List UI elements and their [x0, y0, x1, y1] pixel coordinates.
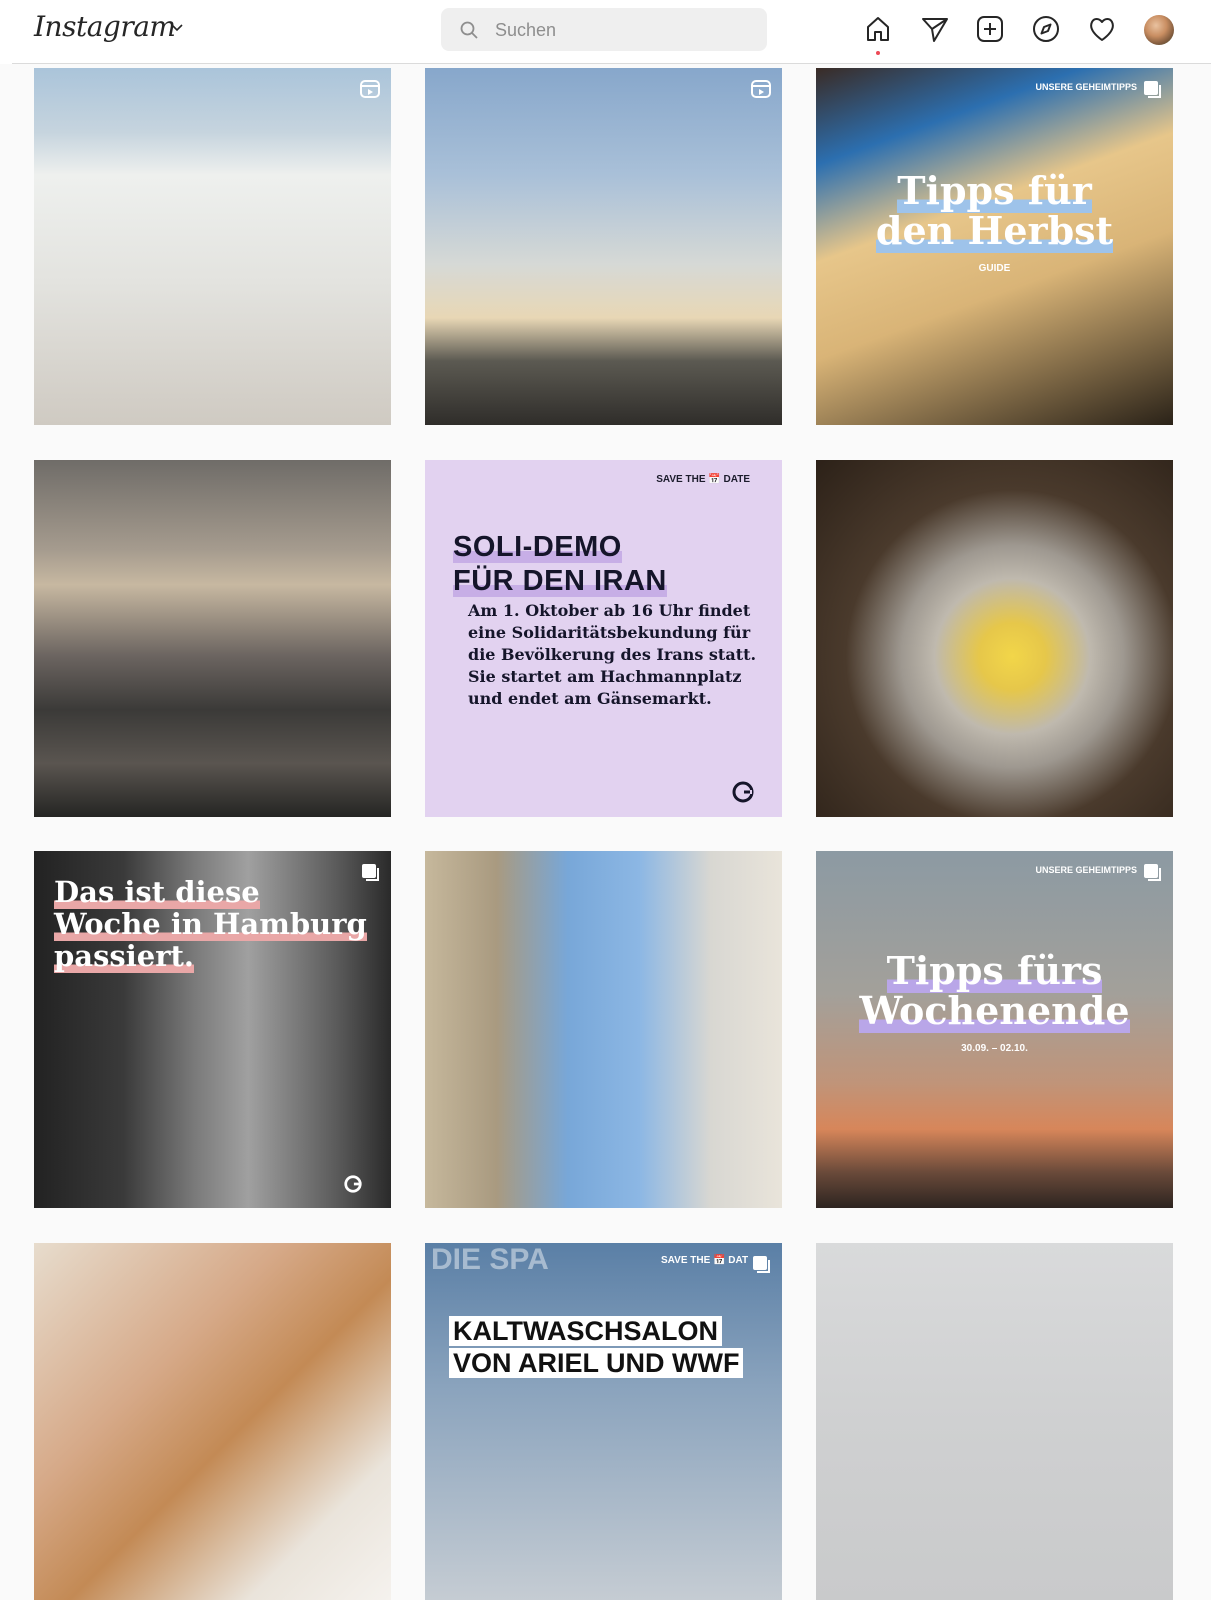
search-bar[interactable]	[441, 8, 767, 51]
post-subtitle: 30.09. – 02.10.	[961, 1043, 1028, 1054]
post-tile-12[interactable]	[816, 1243, 1173, 1600]
nav-explore[interactable]	[1031, 14, 1061, 46]
explore-icon	[1033, 16, 1059, 42]
post-body: Am 1. Oktober ab 16 Uhr findet eine Soli…	[468, 601, 757, 708]
search-icon	[460, 21, 478, 39]
post-tile-10[interactable]	[34, 1243, 391, 1600]
post-title: den Herbst	[875, 208, 1114, 253]
notification-dot	[876, 51, 880, 55]
post-tile-5[interactable]: SAVE THE 📅 DATE SOLI-DEMO FÜR DEN IRAN A…	[425, 460, 782, 817]
post-title: Wochenende	[859, 988, 1130, 1033]
post-tile-6[interactable]	[816, 460, 1173, 817]
instagram-logo[interactable]: Instagram	[34, 10, 176, 43]
post-tile-2[interactable]	[425, 68, 782, 425]
post-tile-9[interactable]: UNSERE GEHEIMTIPPS Tipps fürs Wochenende…	[816, 851, 1173, 1208]
post-background-text: DIE SPA	[431, 1243, 549, 1276]
reel-icon	[751, 80, 771, 98]
overlay-brand: UNSERE GEHEIMTIPPS	[1035, 865, 1137, 875]
post-subtitle: GUIDE	[978, 263, 1011, 274]
post-title: Das ist diese Woche in Hamburg passiert.	[54, 875, 367, 973]
post-tile-11[interactable]: DIE SPA SAVE THE 📅 DAT KALTWASCHSALON VO…	[425, 1243, 782, 1600]
post-tile-3[interactable]: UNSERE GEHEIMTIPPS Tipps für den Herbst …	[816, 68, 1173, 425]
profile-avatar[interactable]	[1144, 15, 1174, 45]
chevron-down-icon[interactable]	[170, 20, 184, 34]
nav-home[interactable]	[863, 14, 893, 55]
home-icon	[867, 17, 889, 41]
heart-icon	[1090, 18, 1114, 41]
reel-icon	[360, 80, 380, 98]
nav-direct[interactable]	[920, 14, 950, 46]
post-tile-7[interactable]: Das ist diese Woche in Hamburg passiert.	[34, 851, 391, 1208]
carousel-icon	[1144, 81, 1161, 98]
nav-activity[interactable]	[1087, 14, 1117, 46]
carousel-icon	[1144, 864, 1161, 881]
post-title: SOLI-DEMO FÜR DEN IRAN	[453, 531, 667, 597]
overlay-brand: UNSERE GEHEIMTIPPS	[1035, 82, 1137, 92]
post-title: Tipps für	[897, 168, 1092, 213]
save-the-date-label: SAVE THE 📅 DATE	[656, 474, 750, 485]
save-the-date-label: SAVE THE 📅 DAT	[661, 1255, 749, 1266]
new-post-icon	[977, 16, 1003, 42]
nav-new-post[interactable]	[975, 14, 1005, 46]
send-icon	[922, 18, 948, 42]
search-input[interactable]	[493, 18, 747, 42]
post-tile-4[interactable]	[34, 460, 391, 817]
brand-logo-icon	[732, 781, 754, 803]
post-tile-1[interactable]	[34, 68, 391, 425]
brand-logo-icon	[344, 1175, 362, 1193]
post-tile-8[interactable]	[425, 851, 782, 1208]
post-title: Tipps fürs	[886, 948, 1103, 993]
top-navigation-bar: Instagram	[0, 0, 1211, 64]
post-title: KALTWASCHSALON VON ARIEL UND WWF	[449, 1315, 744, 1379]
carousel-icon	[753, 1256, 770, 1273]
